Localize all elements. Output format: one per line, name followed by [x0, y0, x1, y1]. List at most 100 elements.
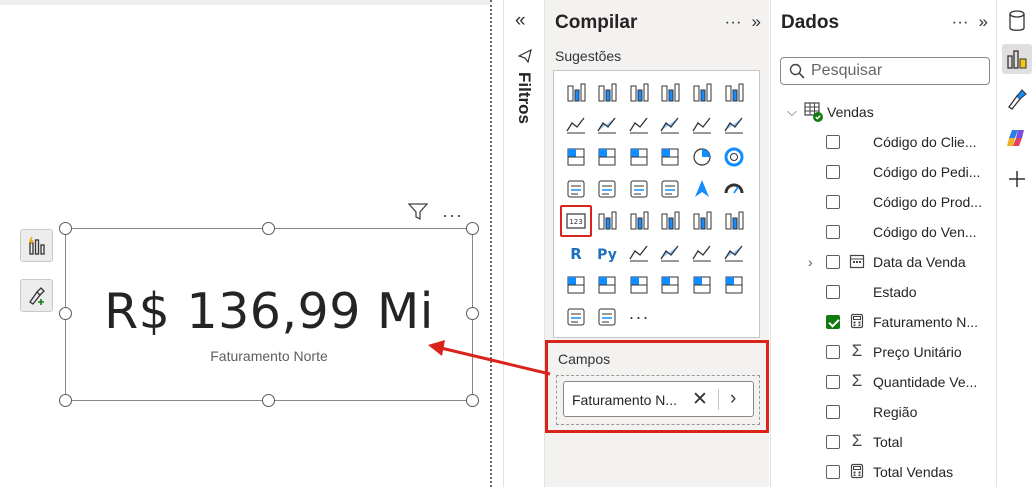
viz-tile-power-apps[interactable]: [560, 301, 592, 333]
field-item[interactable]: Σ Preço Unitário: [771, 337, 997, 367]
resize-handle-bottom[interactable]: [262, 394, 275, 407]
viz-tile-100-stacked-area[interactable]: [654, 109, 686, 141]
field-item[interactable]: Código do Ven...: [771, 217, 997, 247]
remove-field-button[interactable]: ✕: [692, 388, 708, 411]
viz-tile-pie-chart[interactable]: [686, 141, 718, 173]
viz-tile-funnel-chart[interactable]: [623, 141, 655, 173]
viz-tile-decomposition-tree[interactable]: [654, 237, 686, 269]
field-checkbox[interactable]: [826, 165, 840, 179]
field-checkbox[interactable]: [826, 435, 840, 449]
filters-pane-title[interactable]: Filtros: [514, 72, 534, 124]
viz-tile-kpi[interactable]: [623, 205, 655, 237]
field-checkbox[interactable]: [826, 345, 840, 359]
viz-tile-line-stacked-column[interactable]: [718, 109, 750, 141]
chevron-down-icon[interactable]: ⌵: [787, 104, 803, 120]
search-input[interactable]: [811, 61, 983, 81]
field-item[interactable]: › Data da Venda: [771, 247, 997, 277]
viz-tile-python-visual[interactable]: Py: [591, 237, 623, 269]
field-checkbox[interactable]: [826, 315, 840, 329]
format-pane-toggle[interactable]: [1002, 84, 1032, 114]
resize-handle-bottom-right[interactable]: [466, 394, 479, 407]
resize-handle-top-right[interactable]: [466, 222, 479, 235]
visual-filter-button[interactable]: [407, 203, 429, 226]
fields-well[interactable]: Faturamento N... ✕ ›: [556, 375, 760, 425]
viz-tile-stacked-column[interactable]: [591, 77, 623, 109]
viz-tile-r-visual[interactable]: R: [560, 237, 592, 269]
viz-tile-azure-map[interactable]: [686, 173, 718, 205]
viz-tile-gauge[interactable]: [718, 173, 750, 205]
viz-tile-clustered-bar[interactable]: [623, 77, 655, 109]
field-item[interactable]: Código do Pedi...: [771, 157, 997, 187]
viz-tile-clustered-column[interactable]: [654, 77, 686, 109]
resize-handle-bottom-left[interactable]: [59, 394, 72, 407]
data-more-options-button[interactable]: ···: [952, 12, 969, 32]
viz-tile-power-automate[interactable]: [591, 301, 623, 333]
viz-tile-100-stacked-bar[interactable]: [686, 77, 718, 109]
viz-tile-card[interactable]: 123: [560, 205, 592, 237]
viz-tile-waterfall-chart[interactable]: [591, 141, 623, 173]
field-checkbox[interactable]: [826, 225, 840, 239]
viz-tile-donut-chart[interactable]: [718, 141, 750, 173]
data-pane-toggle[interactable]: [1002, 6, 1032, 36]
field-checkbox[interactable]: [826, 135, 840, 149]
resize-handle-top-left[interactable]: [59, 222, 72, 235]
viz-tile-new-card[interactable]: [623, 269, 655, 301]
filters-pane-collapsed[interactable]: « Filtros: [503, 0, 543, 487]
build-pane-toggle[interactable]: [1002, 44, 1032, 74]
viz-tile-azure-ml[interactable]: [718, 269, 750, 301]
viz-tile-multi-row-card[interactable]: [591, 205, 623, 237]
viz-tile-stacked-bar[interactable]: [560, 77, 592, 109]
report-canvas[interactable]: ··· R$ 136,99 Mi Faturamento Norte: [0, 0, 490, 487]
field-checkbox[interactable]: [826, 285, 840, 299]
add-pane-button[interactable]: [1002, 164, 1032, 194]
field-checkbox[interactable]: [826, 195, 840, 209]
viz-tile-area-chart[interactable]: [591, 109, 623, 141]
viz-tile-qa[interactable]: [686, 237, 718, 269]
viz-tile-smart-narrative[interactable]: [718, 237, 750, 269]
build-visual-button[interactable]: [20, 229, 53, 262]
field-item[interactable]: Código do Clie...: [771, 127, 997, 157]
resize-handle-top[interactable]: [262, 222, 275, 235]
search-box[interactable]: [780, 57, 990, 85]
visual-more-options-button[interactable]: ···: [442, 206, 463, 224]
field-item[interactable]: Σ Quantidade Ve...: [771, 367, 997, 397]
viz-tile-more-visuals[interactable]: ···: [623, 301, 655, 333]
field-checkbox[interactable]: [826, 375, 840, 389]
field-checkbox[interactable]: [826, 465, 840, 479]
copilot-pane-toggle[interactable]: [1002, 123, 1032, 153]
format-visual-button[interactable]: [20, 279, 53, 312]
viz-tile-filled-map[interactable]: [623, 173, 655, 205]
viz-tile-map[interactable]: [591, 173, 623, 205]
field-item[interactable]: Total Vendas: [771, 457, 997, 487]
expand-field-button[interactable]: ›: [730, 388, 736, 410]
field-checkbox[interactable]: [826, 405, 840, 419]
viz-tile-line-clustered-column[interactable]: [686, 109, 718, 141]
viz-tile-new-slicer[interactable]: [654, 269, 686, 301]
viz-tile-paginated-report[interactable]: [591, 269, 623, 301]
card-visual[interactable]: R$ 136,99 Mi Faturamento Norte: [65, 228, 473, 401]
field-item[interactable]: Região: [771, 397, 997, 427]
table-vendas[interactable]: ⌵ Vendas: [787, 101, 874, 123]
field-item[interactable]: Faturamento N...: [771, 307, 997, 337]
expand-data-pane-button[interactable]: »: [979, 12, 988, 32]
viz-tile-100-stacked-column[interactable]: [718, 77, 750, 109]
viz-tile-treemap[interactable]: [560, 173, 592, 205]
viz-tile-table-visual[interactable]: [686, 205, 718, 237]
viz-tile-key-influencers[interactable]: [623, 237, 655, 269]
chevron-right-icon[interactable]: ›: [808, 254, 813, 270]
field-item[interactable]: Código do Prod...: [771, 187, 997, 217]
field-item[interactable]: Estado: [771, 277, 997, 307]
field-chip[interactable]: Faturamento N... ✕ ›: [563, 381, 754, 417]
viz-tile-stacked-area[interactable]: [623, 109, 655, 141]
viz-tile-narrative[interactable]: [686, 269, 718, 301]
collapse-filters-button[interactable]: «: [515, 10, 526, 32]
viz-tile-line-chart[interactable]: [560, 109, 592, 141]
viz-tile-ribbon-chart[interactable]: [560, 141, 592, 173]
viz-tile-shape-map[interactable]: [654, 173, 686, 205]
viz-tile-slicer[interactable]: [654, 205, 686, 237]
field-item[interactable]: Σ Total: [771, 427, 997, 457]
viz-tile-scatter-chart[interactable]: [654, 141, 686, 173]
viz-tile-matrix[interactable]: [718, 205, 750, 237]
resize-handle-left[interactable]: [59, 307, 72, 320]
field-checkbox[interactable]: [826, 255, 840, 269]
